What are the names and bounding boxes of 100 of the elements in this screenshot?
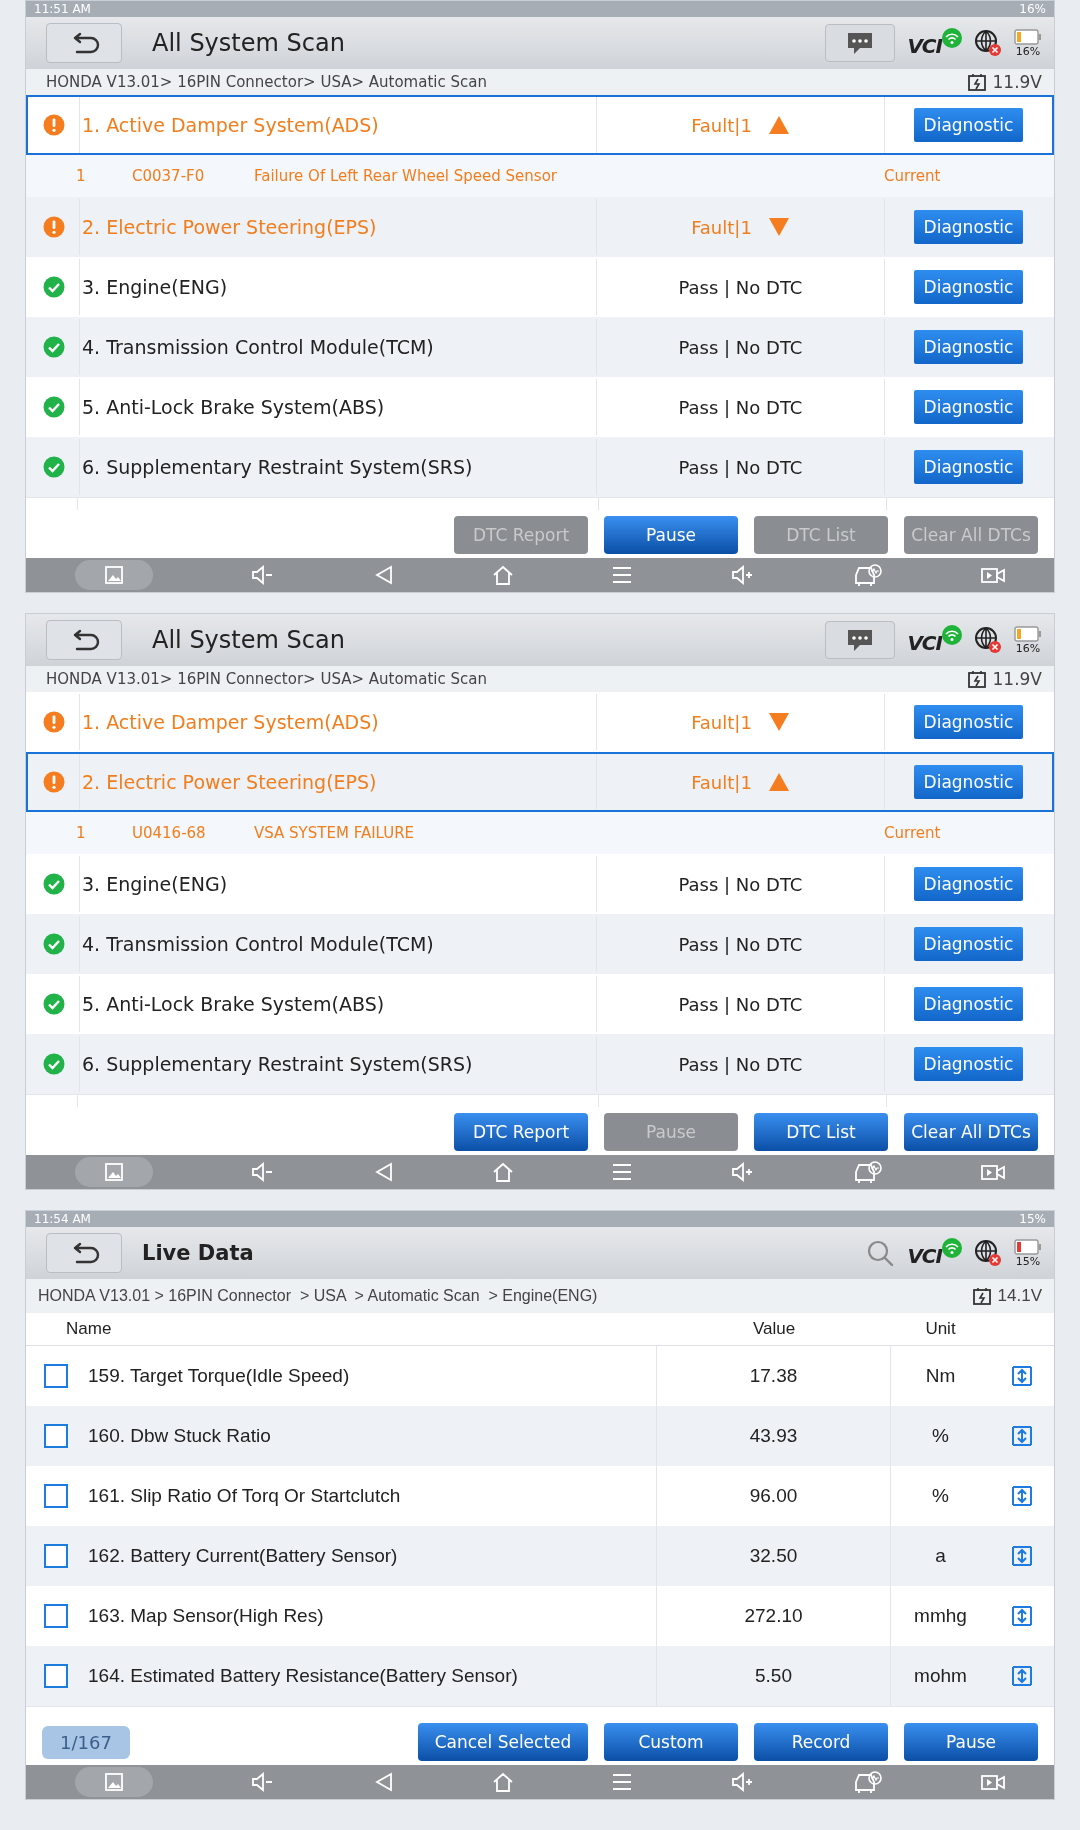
menu-icon[interactable] — [610, 1771, 633, 1793]
system-row[interactable]: 4. Transmission Control Module(TCM) Pass | No DTC Diagnostic — [26, 317, 1054, 377]
system-row[interactable]: 5. Anti-Lock Brake System(ABS) Pass | No DTC Diagnostic — [26, 377, 1054, 437]
checkbox[interactable] — [44, 1544, 68, 1568]
scan-result: Fault|1 — [691, 711, 752, 733]
battery-voltage-icon — [966, 669, 987, 689]
battery-icon — [1014, 28, 1042, 45]
message-button[interactable] — [825, 621, 896, 659]
screen-title: All System Scan — [152, 626, 346, 654]
checkbox[interactable] — [44, 1604, 68, 1628]
battery-voltage-icon — [966, 72, 987, 92]
system-row[interactable]: 6. Supplementary Restraint System(SRS) Pass | No DTC Diagnostic — [26, 437, 1054, 497]
system-name: 3. Engine(ENG) — [81, 276, 228, 298]
diagnostic-button[interactable]: Diagnostic — [913, 765, 1024, 799]
action-button[interactable]: Cancel Selected — [418, 1723, 588, 1761]
graph-toggle-icon[interactable] — [1011, 1605, 1033, 1627]
back-button[interactable] — [46, 620, 122, 660]
system-name: 6. Supplementary Restraint System(SRS) — [81, 1053, 473, 1075]
triangle-down-icon[interactable] — [767, 712, 790, 732]
diagnostic-button[interactable]: Diagnostic — [913, 108, 1024, 142]
car-icon[interactable] — [852, 1770, 883, 1794]
graph-toggle-icon[interactable] — [1011, 1425, 1033, 1447]
action-button[interactable]: DTC List — [754, 1113, 888, 1151]
checkbox[interactable] — [44, 1364, 68, 1388]
system-row[interactable]: 5. Anti-Lock Brake System(ABS) Pass | No DTC Diagnostic — [26, 974, 1054, 1034]
system-row[interactable]: 4. Transmission Control Module(TCM) Pass | No DTC Diagnostic — [26, 914, 1054, 974]
system-name: 2. Electric Power Steering(EPS) — [81, 216, 377, 238]
wifi-badge-icon — [942, 625, 962, 645]
diagnostic-button[interactable]: Diagnostic — [913, 1047, 1024, 1081]
triangle-up-icon[interactable] — [767, 115, 790, 135]
scan-result: Pass | No DTC — [678, 456, 803, 478]
screenshot-icon[interactable] — [102, 1161, 125, 1183]
action-button[interactable]: Record — [754, 1723, 888, 1761]
diagnostic-button[interactable]: Diagnostic — [913, 450, 1024, 484]
system-row[interactable]: 2. Electric Power Steering(EPS) Fault|1 Diagnostic — [26, 752, 1054, 812]
graph-toggle-icon[interactable] — [1011, 1545, 1033, 1567]
system-row[interactable]: 3. Engine(ENG) Pass | No DTC Diagnostic — [26, 854, 1054, 914]
status-battery: 16% — [1019, 2, 1046, 16]
vci-logo: VCI — [907, 34, 942, 58]
system-name: 2. Electric Power Steering(EPS) — [81, 771, 377, 793]
dtc-index: 1 — [76, 167, 87, 185]
check-icon — [42, 456, 65, 478]
menu-icon[interactable] — [610, 564, 633, 586]
alert-icon — [42, 711, 65, 733]
check-icon — [42, 1053, 65, 1075]
checkbox[interactable] — [44, 1424, 68, 1448]
back-button[interactable] — [46, 23, 122, 63]
globe-error-icon — [974, 1239, 1002, 1267]
dtc-code: U0416-68 — [132, 824, 207, 842]
menu-icon[interactable] — [610, 1161, 633, 1183]
diagnostic-button[interactable]: Diagnostic — [913, 987, 1024, 1021]
action-button[interactable]: Pause — [904, 1723, 1038, 1761]
parameter-unit: % — [931, 1485, 950, 1507]
car-icon[interactable] — [852, 1160, 883, 1184]
battery-icon — [1014, 1238, 1042, 1255]
diagnostic-button[interactable]: Diagnostic — [913, 270, 1024, 304]
parameter-name: 160. Dbw Stuck Ratio — [88, 1425, 271, 1447]
dtc-description: VSA SYSTEM FAILURE — [254, 824, 416, 842]
home-icon[interactable] — [491, 1771, 514, 1793]
diagnostic-button[interactable]: Diagnostic — [913, 927, 1024, 961]
triangle-down-icon[interactable] — [767, 217, 790, 237]
diagnostic-button[interactable]: Diagnostic — [913, 210, 1024, 244]
graph-toggle-icon[interactable] — [1011, 1485, 1033, 1507]
graph-toggle-icon[interactable] — [1011, 1365, 1033, 1387]
diagnostic-button[interactable]: Diagnostic — [913, 390, 1024, 424]
triangle-up-icon[interactable] — [767, 772, 790, 792]
action-button[interactable]: Clear All DTCs — [904, 1113, 1038, 1151]
screenshot-icon[interactable] — [102, 564, 125, 586]
message-button[interactable] — [825, 24, 896, 62]
diagnostic-button[interactable]: Diagnostic — [913, 330, 1024, 364]
scan-result: Pass | No DTC — [678, 396, 803, 418]
parameter-value: 32.50 — [749, 1545, 798, 1567]
column-header: Name — [65, 1319, 113, 1339]
home-icon[interactable] — [491, 1161, 514, 1183]
scan-result: Fault|1 — [691, 114, 752, 136]
checkbox[interactable] — [44, 1664, 68, 1688]
action-button[interactable]: DTC Report — [454, 1113, 588, 1151]
home-icon[interactable] — [491, 564, 514, 586]
graph-toggle-icon[interactable] — [1011, 1665, 1033, 1687]
checkbox[interactable] — [44, 1484, 68, 1508]
diagnostic-button[interactable]: Diagnostic — [913, 705, 1024, 739]
diagnostic-button[interactable]: Diagnostic — [913, 867, 1024, 901]
system-row[interactable]: 3. Engine(ENG) Pass | No DTC Diagnostic — [26, 257, 1054, 317]
globe-error-icon — [974, 29, 1002, 57]
system-row[interactable]: 6. Supplementary Restraint System(SRS) Pass | No DTC Diagnostic — [26, 1034, 1054, 1094]
car-icon[interactable] — [852, 563, 883, 587]
system-name: 1. Active Damper System(ADS) — [81, 114, 379, 136]
system-row[interactable]: 1. Active Damper System(ADS) Fault|1 Diagnostic — [26, 692, 1054, 752]
dtc-description: Failure Of Left Rear Wheel Speed Sensor — [254, 167, 558, 185]
screenshot-icon[interactable] — [102, 1771, 125, 1793]
system-row[interactable]: 2. Electric Power Steering(EPS) Fault|1 Diagnostic — [26, 197, 1054, 257]
back-button[interactable] — [46, 1233, 122, 1273]
scan-result: Pass | No DTC — [678, 1053, 803, 1075]
screen-title: Live Data — [142, 1241, 255, 1265]
dtc-state: Current — [884, 824, 942, 842]
action-button[interactable]: Custom — [604, 1723, 738, 1761]
search-icon[interactable] — [865, 1238, 896, 1268]
action-button[interactable]: Pause — [604, 516, 738, 554]
check-icon — [42, 933, 65, 955]
column-header: Value — [751, 1319, 797, 1339]
